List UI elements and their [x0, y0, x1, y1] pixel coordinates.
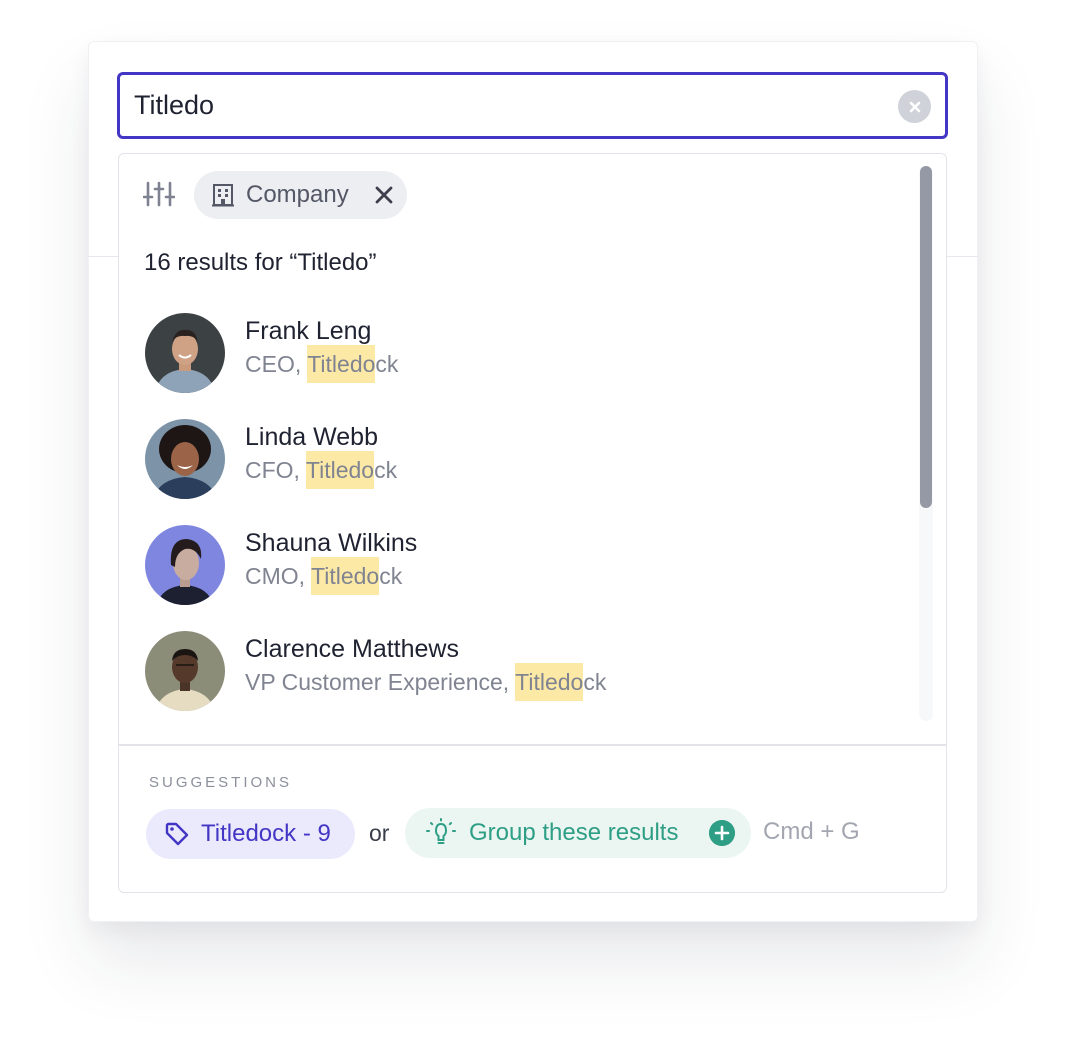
scrollbar-thumb[interactable] [920, 166, 932, 508]
group-results-label: Group these results [469, 819, 679, 846]
match-highlight: Titledo [305, 451, 375, 489]
person-role: VP Customer Experience, Titledock [245, 663, 606, 701]
tag-suggestion-label: Titledock - 9 [201, 820, 331, 847]
remove-filter-icon[interactable] [373, 184, 395, 206]
clear-search-button[interactable] [898, 90, 931, 123]
person-name: Linda Webb [245, 423, 378, 451]
avatar [145, 631, 225, 711]
list-item[interactable]: Clarence Matthews VP Customer Experience… [119, 627, 909, 733]
tag-icon [165, 822, 189, 846]
keyboard-shortcut: Cmd + G [763, 818, 860, 845]
person-name: Clarence Matthews [245, 635, 459, 663]
list-item[interactable]: Shauna Wilkins CMO, Titledock [119, 521, 909, 627]
divider [119, 744, 946, 746]
lightbulb-icon [426, 818, 456, 844]
person-role: CEO, Titledock [245, 345, 398, 383]
list-item[interactable]: Linda Webb CFO, Titledock [119, 415, 909, 521]
person-role: CFO, Titledock [245, 451, 397, 489]
person-name: Shauna Wilkins [245, 529, 418, 557]
search-field[interactable] [117, 72, 948, 139]
divider [88, 256, 120, 257]
sliders-icon[interactable] [143, 180, 175, 208]
search-input[interactable] [134, 85, 834, 126]
match-highlight: Titledo [311, 557, 380, 595]
or-separator: or [369, 820, 390, 846]
divider [946, 256, 978, 257]
results-count: 16 results for “Titledo” [144, 249, 377, 276]
close-icon [909, 101, 920, 112]
avatar [145, 419, 225, 499]
match-highlight: Titledo [515, 663, 584, 701]
group-results-button[interactable]: Group these results [405, 808, 751, 858]
suggestions-heading: SUGGESTIONS [149, 774, 293, 791]
company-filter-chip[interactable]: Company [194, 171, 407, 219]
building-icon [212, 184, 234, 207]
plus-circle-icon [709, 820, 735, 846]
tag-suggestion-chip[interactable]: Titledock - 9 [146, 809, 355, 859]
avatar [145, 313, 225, 393]
match-highlight: Titledo [307, 345, 376, 383]
person-role: CMO, Titledock [245, 557, 402, 595]
list-item[interactable]: Frank Leng CEO, Titledock [119, 309, 909, 415]
chip-label: Company [246, 181, 349, 208]
avatar [145, 525, 225, 605]
person-name: Frank Leng [245, 317, 372, 345]
results-dropdown: Company 16 results for “Titledo” Frank L… [118, 153, 947, 893]
